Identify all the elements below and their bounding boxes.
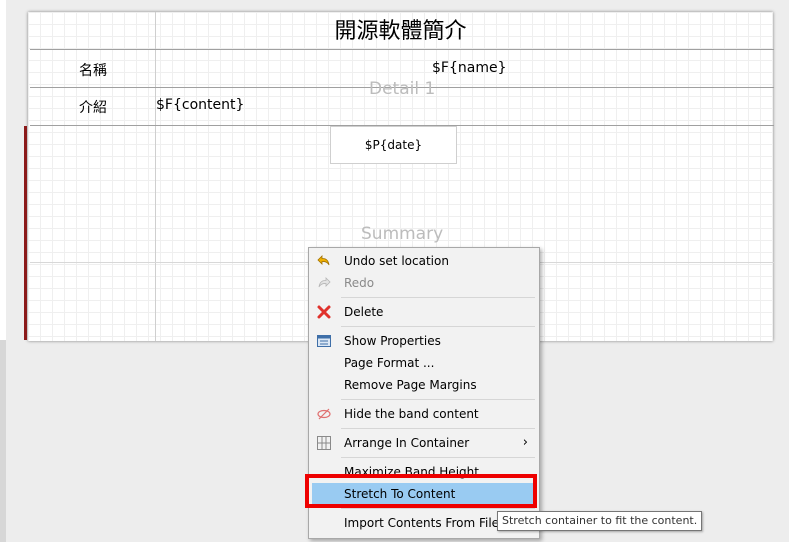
detail-band-label: Detail 1 [369,79,436,99]
menu-item-show-properties[interactable]: Show Properties [310,330,536,352]
name-label[interactable]: 名稱 [79,60,107,80]
summary-band-label: Summary [361,224,444,244]
menu-item-label: Page Format ... [344,356,435,370]
left-panel-edge-lower [0,340,6,542]
report-title[interactable]: 開源軟體簡介 [28,12,773,49]
selected-band-marker[interactable] [24,126,27,340]
delete-icon [316,304,332,320]
menu-item-label: Undo set location [344,254,449,268]
tooltip: Stretch container to fit the content. [497,511,703,531]
menu-item-undo[interactable]: Undo set location [310,250,536,272]
grid-column-divider [155,12,156,341]
highlight-annotation-box [305,474,537,508]
menu-item-redo[interactable]: Redo [310,272,536,294]
menu-item-delete[interactable]: Delete [310,301,536,323]
row-divider [30,49,774,50]
content-field[interactable]: $F{content} [156,97,244,113]
menu-item-label: Redo [344,276,375,290]
name-field[interactable]: $F{name} [432,60,506,76]
menu-item-label: Arrange In Container [344,436,470,450]
hide-icon [316,406,332,422]
content-label[interactable]: 介紹 [79,97,107,117]
menu-item-page-format[interactable]: Page Format ... [310,352,536,374]
undo-icon [316,253,332,269]
chevron-right-icon: › [522,435,528,450]
menu-separator [341,297,535,298]
menu-item-arrange-in-container[interactable]: Arrange In Container › [310,432,536,454]
menu-separator [341,428,535,429]
menu-separator [341,508,535,509]
redo-icon [316,275,332,291]
menu-item-label: Hide the band content [344,407,479,421]
properties-icon [316,333,332,349]
menu-item-label: Remove Page Margins [344,378,477,392]
grid-icon [316,435,332,451]
menu-separator [341,326,535,327]
menu-item-label: Import Contents From File [344,516,500,530]
menu-item-label: Delete [344,305,384,319]
menu-item-hide-band-content[interactable]: Hide the band content [310,403,536,425]
date-parameter-field[interactable]: $P{date} [330,126,457,164]
menu-separator [341,399,535,400]
menu-item-label: Show Properties [344,334,441,348]
menu-item-remove-page-margins[interactable]: Remove Page Margins [310,374,536,396]
menu-separator [341,457,535,458]
